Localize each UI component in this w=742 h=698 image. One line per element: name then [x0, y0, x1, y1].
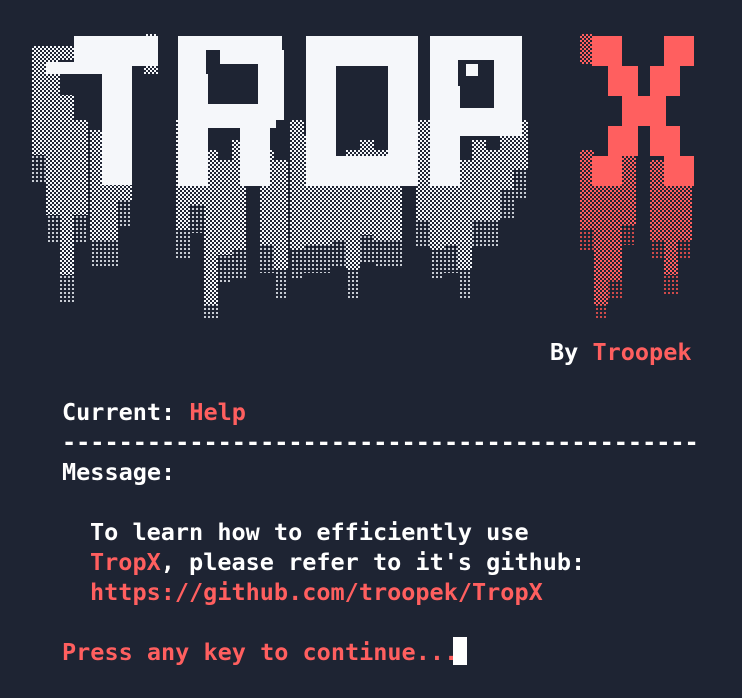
logo-drip [472, 140, 486, 220]
logo-drip [60, 95, 74, 275]
logo-drip [290, 120, 304, 250]
logo-drip-tail [218, 255, 232, 283]
logo-letter-r-mid [206, 104, 276, 128]
current-value: Help [189, 398, 246, 426]
logo-drip-tail [318, 245, 332, 273]
message-line-1: To learn how to efficiently use [90, 518, 529, 546]
logo-drip-tail [430, 250, 444, 278]
current-label: Current: [62, 398, 190, 426]
logo-drip-tail [678, 240, 692, 260]
logo-drip-tail [118, 200, 132, 228]
logo-letter-x-tl [592, 36, 622, 66]
logo-letter-x-tr [664, 36, 694, 66]
logo-drip-tail [388, 240, 402, 268]
logo-drip [218, 160, 232, 255]
logo-drip-tail [176, 230, 190, 258]
tropx-logo-graphic [32, 34, 694, 320]
logo-drip-tail [60, 275, 74, 303]
logo-drip-tail [260, 245, 274, 273]
logo-letter-x [592, 36, 694, 186]
logo-drip-tail [204, 305, 218, 320]
logo-drip [664, 180, 678, 275]
byline-prefix: By [550, 338, 593, 366]
logo-letter-r-left [178, 36, 208, 186]
logo-letter-p-dot [466, 64, 478, 76]
logo-letter-o-bottom [306, 156, 418, 186]
logo-drip-tail [486, 220, 500, 248]
byline-author: Troopek [592, 338, 692, 366]
logo-drip-tail [416, 220, 430, 248]
logo-letter-p-mid [430, 108, 522, 136]
logo-drip-tail [594, 305, 608, 320]
logo-drip-tail [514, 170, 528, 198]
logo-drip-tail [500, 190, 514, 218]
tropx-name: TropX [90, 548, 161, 576]
separator-line: ----------------------------------------… [62, 428, 699, 456]
logo-drip-tail [650, 240, 664, 260]
logo-drip [580, 150, 594, 230]
logo-drip [500, 130, 514, 190]
logo-drip-tail [664, 275, 678, 295]
logo-cap-dither [32, 46, 74, 60]
logo-letter-t-stem [102, 60, 132, 185]
logo-drip [458, 160, 472, 270]
logo-drip-tail [90, 240, 104, 268]
logo-drip-tail [346, 270, 360, 298]
logo-drip-tail [32, 155, 46, 183]
current-status: Current: Help [62, 397, 246, 427]
logo-drip-tail [374, 240, 388, 268]
logo-drip [74, 120, 88, 215]
tropx-ascii-logo [0, 0, 742, 320]
message-line-2-rest: , please refer to it's github: [160, 548, 586, 576]
logo-drip-tail [458, 270, 472, 298]
logo-drip-tail [290, 250, 304, 278]
logo-letter-x-ll [608, 126, 638, 156]
logo-drip [486, 150, 500, 220]
logo-drip [274, 160, 288, 270]
logo-drip-tail [46, 215, 60, 243]
logo-drip-tail [608, 280, 622, 300]
logo-drip-tail [304, 245, 318, 273]
logo-letter-x-bl [592, 156, 622, 186]
logo-letter-x-lr [650, 126, 680, 156]
byline: By Troopek [550, 337, 692, 367]
logo-drip-tail [472, 220, 486, 248]
logo-drip [32, 50, 46, 155]
logo-letter-x-center [622, 96, 666, 126]
logo-letter-x-br [664, 156, 694, 186]
logo-drip [650, 160, 664, 240]
continue-prompt: Press any key to continue... [62, 638, 459, 666]
logo-drip-tail [622, 225, 636, 245]
github-link[interactable]: https://github.com/troopek/TropX [90, 577, 543, 607]
terminal-cursor [453, 637, 467, 665]
logo-drip [90, 130, 104, 240]
logo-drip-tail [444, 245, 458, 273]
logo-cap-dither [580, 34, 594, 64]
logo-drip-tail [232, 250, 246, 278]
logo-drip [608, 170, 622, 280]
logo-drip [416, 120, 430, 220]
logo-drip-tail [580, 230, 594, 250]
message-line-2: TropX, please refer to it's github: [90, 547, 585, 577]
logo-drip-tail [332, 240, 346, 268]
logo-letter-r-hole [206, 50, 220, 74]
logo-drip-tail [74, 215, 88, 243]
logo-drip [360, 140, 374, 235]
message-label: Message: [62, 458, 176, 486]
logo-drip [622, 150, 636, 225]
logo-drip-tail [104, 240, 118, 268]
logo-letter-x-ur [650, 66, 680, 96]
logo-letter-r-leg [240, 126, 270, 186]
logo-drip-tail [274, 270, 288, 298]
logo-drip-tail [190, 205, 204, 233]
logo-drip [46, 60, 60, 215]
logo-drip-tail [360, 235, 374, 263]
logo-letter-x-ul [608, 66, 638, 96]
logo-letter-t-shade [74, 62, 102, 74]
